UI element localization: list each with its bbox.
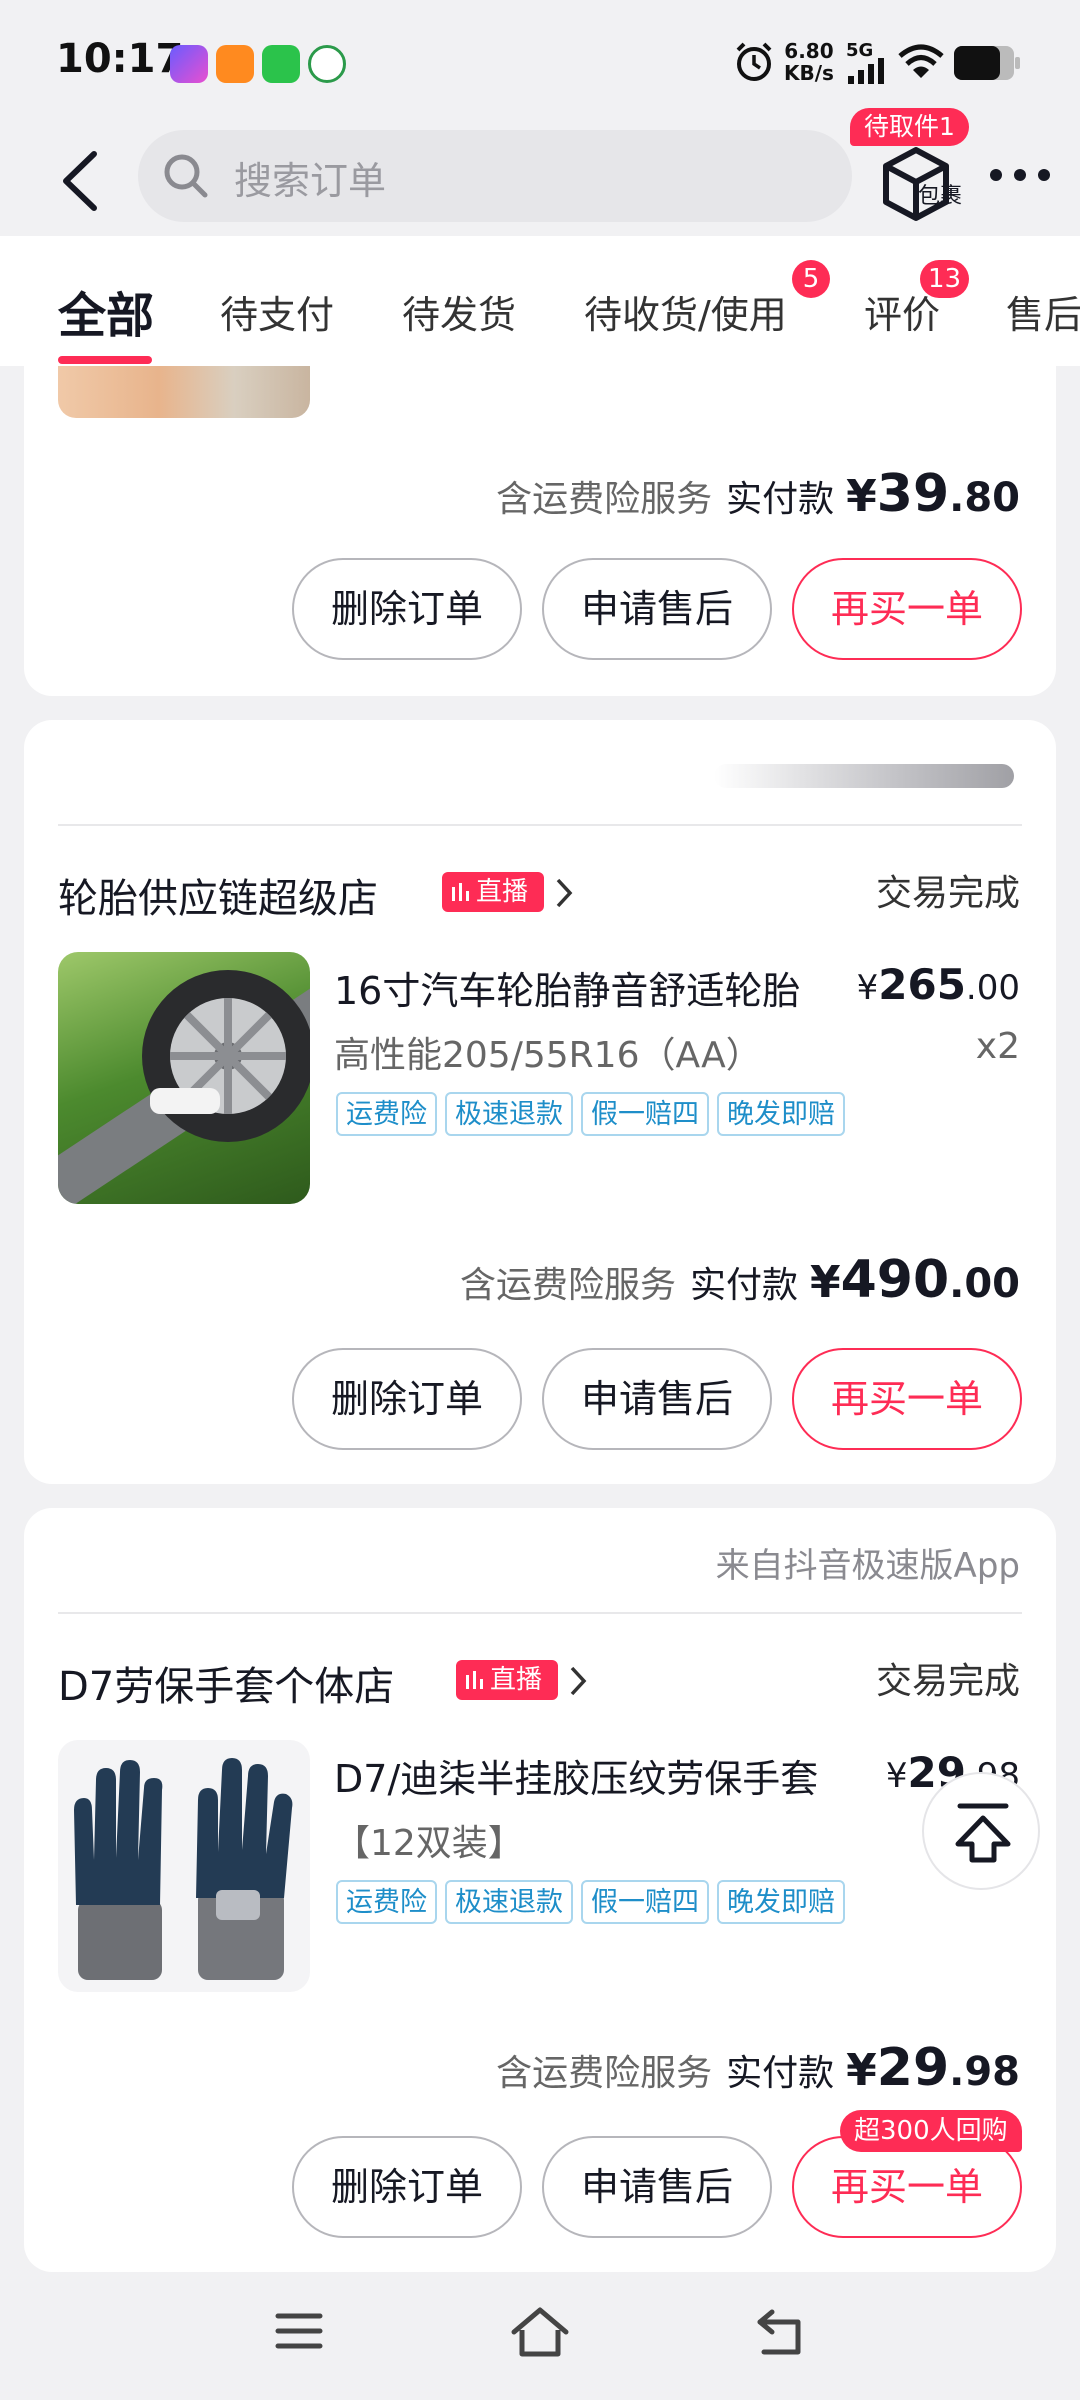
wechat-icon (262, 45, 300, 83)
after-sale-button[interactable]: 申请售后 (542, 558, 772, 660)
tab-pending-receipt[interactable]: 待收货/使用 (584, 284, 787, 339)
product-image[interactable] (58, 1740, 310, 1992)
order-card: 轮胎供应链超级店 直播 交易完成 16寸汽车轮胎静音舒适轮胎 ¥265.00 高… (24, 720, 1056, 1484)
rebuy-button[interactable]: 再买一单 (792, 558, 1022, 660)
signal-icon (848, 58, 884, 84)
back-button[interactable] (52, 146, 112, 216)
order-status: 交易完成 (875, 873, 1020, 914)
status-time: 10:17 (56, 36, 184, 82)
delete-order-button[interactable]: 删除订单 (292, 1348, 522, 1450)
order-status: 交易完成 (875, 1661, 1020, 1702)
product-price: ¥265.00 (856, 960, 1020, 1009)
product-spec: 高性能205/55R16（AA） (334, 1035, 762, 1076)
tab-all[interactable]: 全部 (58, 276, 154, 346)
after-sale-button[interactable]: 申请售后 (542, 2136, 772, 2238)
live-icon (452, 883, 469, 901)
service-tag: 运费险 (336, 1880, 437, 1924)
tab-pending-shipment[interactable]: 待发货 (402, 284, 516, 339)
system-nav-bar (0, 2272, 1080, 2400)
live-badge[interactable]: 直播 (456, 1660, 558, 1700)
blurred-source-text (714, 764, 1014, 788)
delete-order-button[interactable]: 删除订单 (292, 558, 522, 660)
shop-name[interactable]: 轮胎供应链超级店 (58, 866, 378, 924)
order-tabs: 全部 待支付 待发货 待收货/使用 5 评价 13 售后 (0, 236, 1080, 366)
product-title[interactable]: 16寸汽车轮胎静音舒适轮胎 (334, 960, 834, 1015)
china-mobile-icon (308, 45, 346, 83)
service-tag: 极速退款 (445, 1092, 573, 1136)
divider (58, 824, 1022, 826)
tab-after-sale[interactable]: 售后 (1006, 284, 1080, 339)
package-label: 包裹 (918, 184, 963, 209)
back-nav-icon[interactable] (752, 2306, 808, 2356)
alarm-icon (736, 42, 772, 81)
tire-image (58, 970, 310, 1204)
package-badge: 待取件1 (850, 108, 969, 146)
chevron-right-icon (556, 878, 573, 908)
shop-name[interactable]: D7劳保手套个体店 (58, 1654, 394, 1712)
service-tag: 极速退款 (445, 1880, 573, 1924)
after-sale-button[interactable]: 申请售后 (542, 1348, 772, 1450)
divider (58, 1612, 1022, 1614)
service-tags: 运费险 极速退款 假一赔四 晚发即赔 (336, 1092, 845, 1136)
service-tag: 运费险 (336, 1092, 437, 1136)
service-tag: 假一赔四 (581, 1092, 709, 1136)
product-title[interactable]: D7/迪柒半挂胶压纹劳保手套 (334, 1748, 834, 1803)
rebuy-button[interactable]: 再买一单 (792, 1348, 1022, 1450)
service-tags: 运费险 极速退款 假一赔四 晚发即赔 (336, 1880, 845, 1924)
net-speed: 6.80 KB/s (784, 39, 834, 85)
search-placeholder: 搜索订单 (234, 159, 387, 203)
live-icon (466, 1671, 483, 1689)
delete-order-button[interactable]: 删除订单 (292, 2136, 522, 2238)
search-icon (164, 154, 208, 198)
order-total: 含运费险服务 实付款 ¥29.98 (496, 2038, 1020, 2098)
order-source: 来自抖音极速版App (715, 1546, 1020, 1586)
battery-icon (954, 46, 1020, 80)
product-quantity: x2 (975, 1026, 1020, 1067)
wifi-icon (898, 44, 944, 78)
order-total: 含运费险服务 实付款 ¥490.00 (459, 1250, 1020, 1310)
product-thumbnail[interactable] (58, 366, 310, 418)
live-badge[interactable]: 直播 (442, 872, 544, 912)
active-tab-indicator (58, 356, 152, 364)
order-total: 含运费险服务 实付款 ¥39.80 (496, 464, 1020, 524)
phone-app-icon (216, 45, 254, 83)
tab-badge: 13 (920, 260, 970, 298)
arrow-up-icon (955, 1803, 1011, 1863)
order-card: 来自抖音极速版App D7劳保手套个体店 直播 交易完成 D7/迪柒半挂胶压纹劳… (24, 1508, 1056, 2272)
more-button[interactable] (990, 164, 1054, 188)
back-to-top-button[interactable] (922, 1772, 1040, 1890)
tab-badge: 5 (792, 260, 830, 298)
menu-icon[interactable] (274, 2306, 324, 2356)
gloves-image (74, 1758, 293, 1980)
product-image[interactable] (58, 952, 310, 1204)
product-spec: 【12双装】 (334, 1823, 524, 1864)
tab-pending-payment[interactable]: 待支付 (220, 284, 334, 339)
home-icon[interactable] (510, 2306, 570, 2358)
service-tag: 晚发即赔 (717, 1880, 845, 1924)
header: 搜索订单 待取件1 包裹 (0, 108, 1080, 236)
chevron-right-icon (570, 1666, 587, 1696)
service-tag: 晚发即赔 (717, 1092, 845, 1136)
service-tag: 假一赔四 (581, 1880, 709, 1924)
camera-app-icon (170, 45, 208, 83)
rebuy-badge: 超300人回购 (840, 2110, 1022, 2152)
search-input[interactable]: 搜索订单 (138, 130, 852, 222)
order-card: 含运费险服务 实付款 ¥39.80 删除订单 申请售后 再买一单 (24, 366, 1056, 696)
